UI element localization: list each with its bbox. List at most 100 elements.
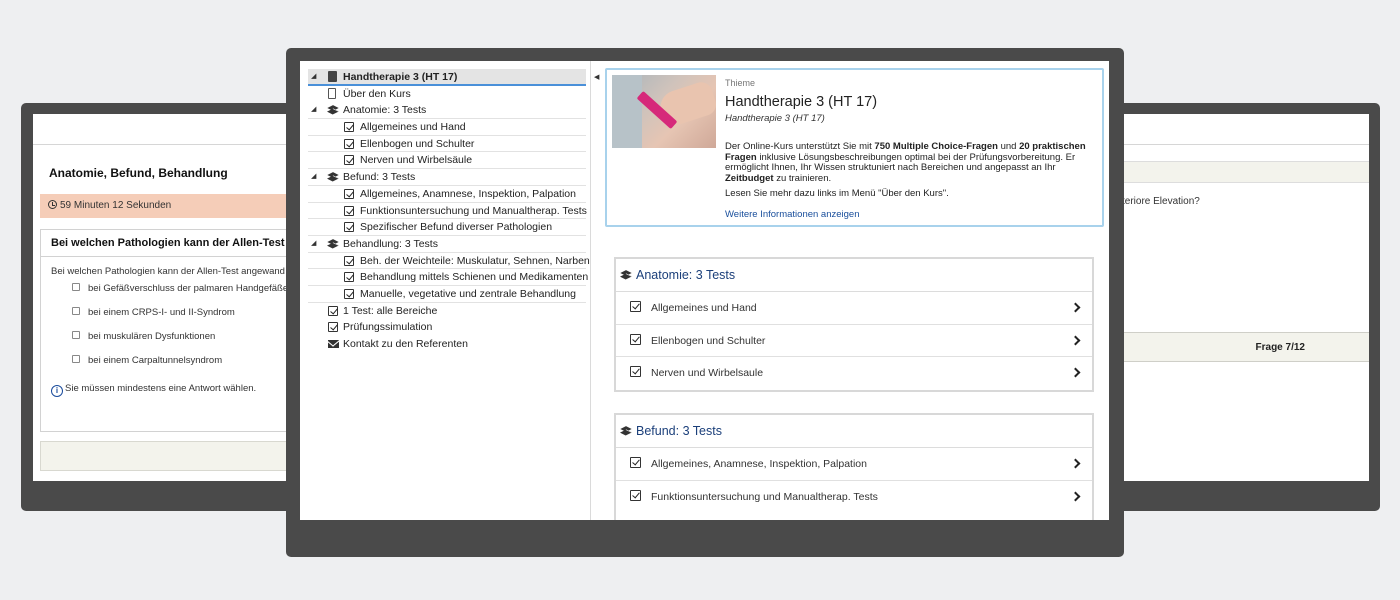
checkbox-icon[interactable] bbox=[72, 307, 80, 315]
test-row[interactable]: Funktionsuntersuchung und Manualtherap. … bbox=[616, 481, 1092, 514]
tree-root-label: Handtherapie 3 (HT 17) bbox=[343, 71, 458, 83]
answer-option[interactable]: bei einem Carpaltunnelsyndrom bbox=[72, 349, 303, 373]
tree-item-test[interactable]: Funktionsuntersuchung und Manualtherap. … bbox=[308, 203, 587, 220]
answer-option[interactable]: bei muskulären Dysfunktionen bbox=[72, 325, 303, 349]
course-info-card: Thieme Handtherapie 3 (HT 17) Handtherap… bbox=[605, 68, 1104, 227]
chevron-right-icon[interactable] bbox=[1070, 335, 1081, 345]
chevron-right-icon[interactable] bbox=[1070, 458, 1081, 469]
hint-text: Sie müssen mindestens eine Antwort wähle… bbox=[65, 383, 257, 394]
desc-text: zu trainieren. bbox=[773, 172, 832, 184]
tree-item-test[interactable]: Ellenbogen und Schulter bbox=[308, 136, 586, 153]
test-row[interactable]: Allgemeines, Anamnese, Inspektion, Palpa… bbox=[616, 448, 1092, 481]
course-tree: ◢ Handtherapie 3 (HT 17) Über den Kurs ◢… bbox=[308, 69, 590, 353]
tree-item-alle-bereiche[interactable]: 1 Test: alle Bereiche bbox=[308, 303, 586, 320]
panel-befund: Befund: 3 Tests Allgemeines, Anamnese, I… bbox=[614, 413, 1094, 520]
document-icon bbox=[328, 87, 336, 99]
tree-item-label: Prüfungssimulation bbox=[343, 321, 433, 334]
collapse-sidebar-icon[interactable]: ◀ bbox=[594, 73, 599, 81]
checkbox-icon[interactable] bbox=[72, 355, 80, 363]
course-thumbnail bbox=[612, 75, 716, 148]
test-row[interactable]: Nerven und Wirbelsaule bbox=[616, 357, 1092, 390]
desc-bold: Zeitbudget bbox=[725, 172, 774, 184]
tree-item-label: Kontakt zu den Referenten bbox=[343, 338, 468, 350]
checkbox-icon bbox=[344, 222, 354, 233]
checkbox-icon bbox=[328, 305, 338, 316]
tree-item-label: Funktionsuntersuchung und Manualtherap. … bbox=[360, 204, 587, 217]
expand-triangle-icon[interactable]: ◢ bbox=[311, 102, 316, 118]
test-label: Nerven und Wirbelsaule bbox=[651, 367, 764, 379]
info-icon: i bbox=[51, 385, 63, 397]
tree-item-test[interactable]: Allgemeines und Hand bbox=[308, 119, 586, 136]
tree-item-test[interactable]: Behandlung mittels Schienen und Medikame… bbox=[308, 269, 588, 286]
tree-root[interactable]: ◢ Handtherapie 3 (HT 17) bbox=[308, 69, 586, 86]
tree-item-befund[interactable]: ◢ Befund: 3 Tests bbox=[308, 169, 586, 186]
tree-item-anatomie[interactable]: ◢ Anatomie: 3 Tests bbox=[308, 102, 586, 120]
course-title: Handtherapie 3 (HT 17) bbox=[725, 94, 878, 110]
book-icon bbox=[328, 71, 337, 82]
tree-item-label: Nerven und Wirbelsäule bbox=[360, 154, 473, 167]
checkbox-icon bbox=[344, 188, 354, 199]
layers-icon bbox=[621, 270, 633, 280]
tree-item-ueber-den-kurs[interactable]: Über den Kurs bbox=[308, 86, 586, 103]
question-box: Bei welchen Pathologien kann der Allen-T… bbox=[40, 229, 303, 432]
tree-item-kontakt[interactable]: Kontakt zu den Referenten bbox=[308, 336, 586, 353]
checkbox-icon bbox=[630, 301, 641, 312]
checkbox-icon bbox=[630, 366, 641, 377]
panel-title: Befund: 3 Tests bbox=[616, 415, 1092, 448]
right-header-band bbox=[1122, 161, 1369, 183]
question-fragment: teriore Elevation? bbox=[1122, 196, 1200, 207]
pane-divider[interactable] bbox=[590, 61, 591, 520]
panel-title: Anatomie: 3 Tests bbox=[616, 259, 1092, 292]
tree-item-test[interactable]: Beh. der Weichteile: Muskulatur, Sehnen,… bbox=[308, 253, 590, 270]
tree-item-label: Befund: 3 Tests bbox=[343, 171, 416, 184]
checkbox-icon[interactable] bbox=[72, 331, 80, 339]
right-monitor: teriore Elevation? Frage 7/12 bbox=[1100, 103, 1380, 511]
answer-option[interactable]: bei Gefäßverschluss der palmaren Handgef… bbox=[72, 277, 303, 301]
expand-triangle-icon[interactable]: ◢ bbox=[311, 236, 316, 252]
question-heading: Bei welchen Pathologien kann der Allen-T… bbox=[41, 230, 303, 257]
answer-label: bei muskulären Dysfunktionen bbox=[88, 331, 216, 342]
checkbox-icon bbox=[630, 489, 641, 501]
chevron-right-icon[interactable] bbox=[1070, 491, 1081, 501]
more-info-link[interactable]: Weitere Informationen anzeigen bbox=[725, 209, 860, 220]
test-row[interactable]: Ellenbogen und Schulter bbox=[616, 325, 1092, 357]
envelope-icon bbox=[328, 340, 339, 348]
tree-item-label: Über den Kurs bbox=[343, 87, 411, 100]
tree-item-label: Spezifischer Befund diverser Pathologien bbox=[360, 221, 553, 234]
answer-option[interactable]: bei einem CRPS-I- und II-Syndrom bbox=[72, 301, 303, 325]
checkbox-icon[interactable] bbox=[72, 283, 80, 291]
desc-text: inklusive Lösungsbeschreibungen optimal … bbox=[725, 151, 1076, 173]
test-row[interactable]: Allgemeines und Hand bbox=[616, 292, 1092, 325]
test-label: Allgemeines und Hand bbox=[651, 302, 757, 314]
checkbox-icon bbox=[630, 333, 641, 345]
desc-text: und bbox=[997, 141, 1020, 152]
tree-item-pruefungssimulation[interactable]: Prüfungssimulation bbox=[308, 319, 586, 336]
right-screen: teriore Elevation? Frage 7/12 bbox=[1122, 114, 1369, 481]
expand-triangle-icon[interactable]: ◢ bbox=[311, 169, 316, 185]
checkbox-icon bbox=[630, 457, 641, 468]
tree-item-label: Allgemeines und Hand bbox=[360, 121, 466, 134]
layers-icon bbox=[328, 105, 340, 115]
tree-item-test[interactable]: Nerven und Wirbelsäule bbox=[308, 152, 586, 170]
tree-item-test[interactable]: Manuelle, vegetative und zentrale Behand… bbox=[308, 286, 586, 303]
test-label: Funktionsuntersuchung und Manualtherap. … bbox=[651, 490, 878, 503]
read-more-text: Lesen Sie mehr dazu links im Menü "Über … bbox=[725, 188, 949, 199]
tree-item-label: Anatomie: 3 Tests bbox=[343, 104, 427, 117]
checkbox-icon bbox=[344, 272, 354, 283]
chevron-right-icon[interactable] bbox=[1070, 302, 1081, 313]
panel-title-text: Befund: 3 Tests bbox=[636, 424, 722, 438]
timer-bar: 59 Minuten 12 Sekunden bbox=[40, 194, 303, 218]
tree-item-label: Ellenbogen und Schulter bbox=[360, 137, 475, 150]
chevron-right-icon[interactable] bbox=[1070, 367, 1081, 378]
checkbox-icon bbox=[344, 255, 354, 266]
tree-item-label: 1 Test: alle Bereiche bbox=[343, 304, 438, 317]
center-screen: ◢ Handtherapie 3 (HT 17) Über den Kurs ◢… bbox=[300, 61, 1109, 520]
tree-item-behandlung[interactable]: ◢ Behandlung: 3 Tests bbox=[308, 236, 586, 253]
left-footer-bar bbox=[40, 441, 303, 471]
tree-item-label: Allgemeines, Anamnese, Inspektion, Palpa… bbox=[360, 187, 576, 200]
tree-item-test[interactable]: Allgemeines, Anamnese, Inspektion, Palpa… bbox=[308, 186, 586, 203]
course-subtitle: Handtherapie 3 (HT 17) bbox=[725, 113, 825, 124]
tree-item-test[interactable]: Spezifischer Befund diverser Pathologien bbox=[308, 219, 586, 236]
expand-triangle-icon[interactable]: ◢ bbox=[311, 69, 316, 85]
panel-anatomie: Anatomie: 3 Tests Allgemeines und Hand E… bbox=[614, 257, 1094, 392]
